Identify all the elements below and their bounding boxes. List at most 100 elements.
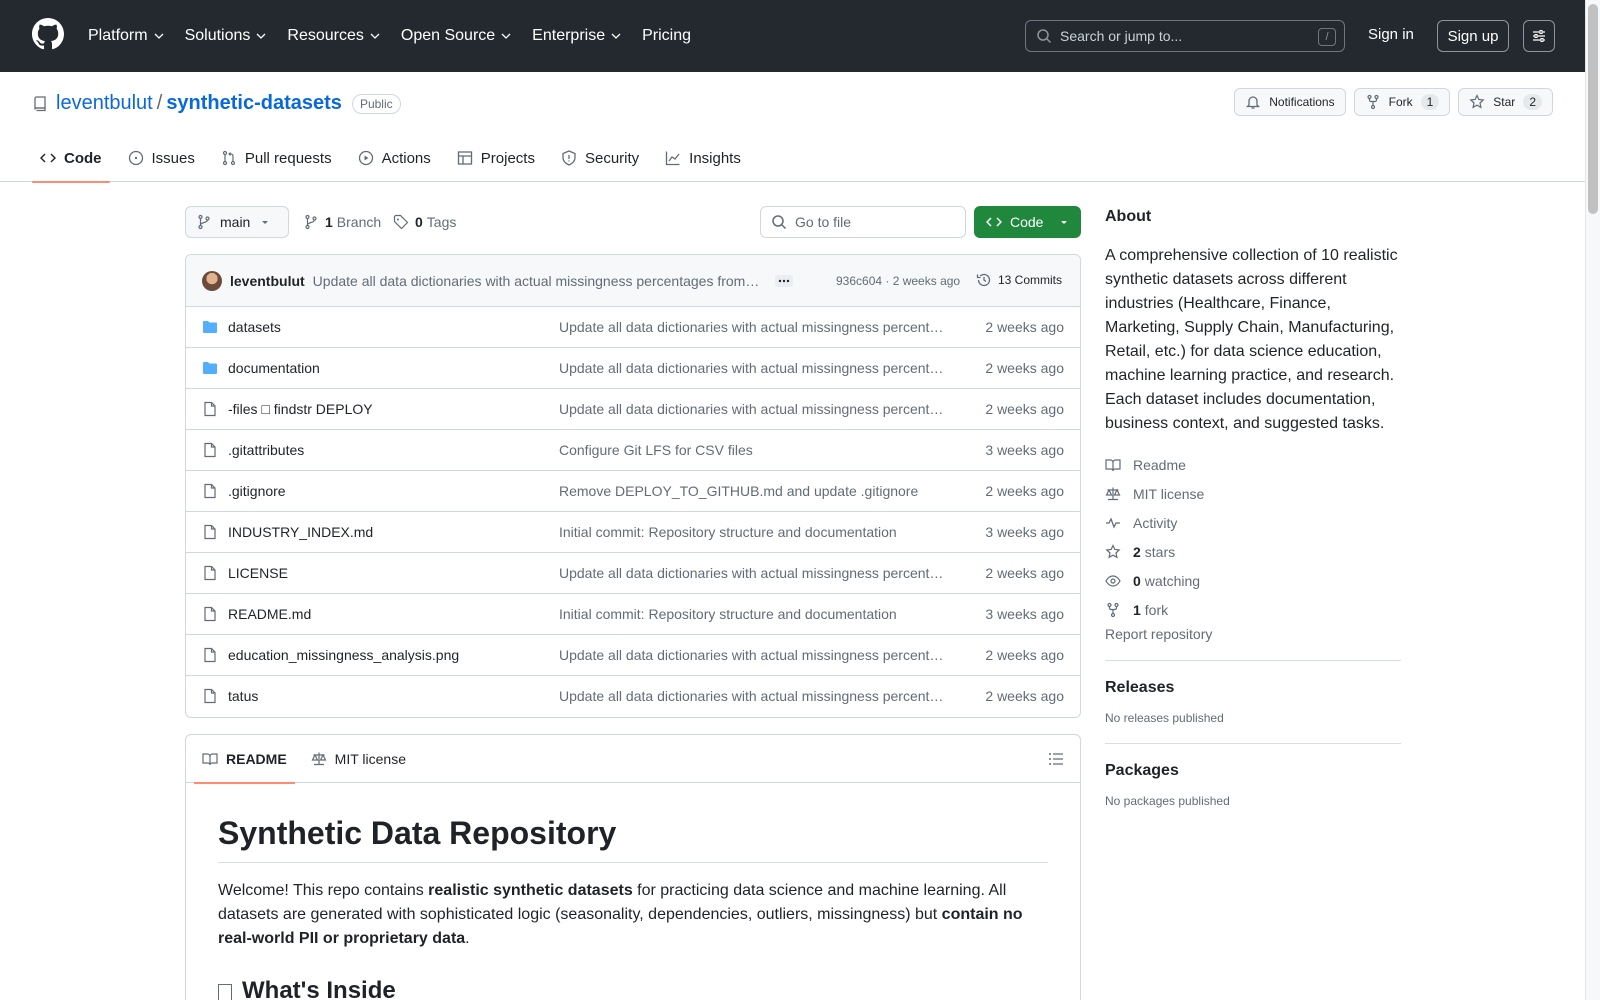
nav-resources[interactable]: Resources <box>287 27 380 45</box>
scrollbar-thumb[interactable] <box>1588 4 1598 214</box>
file-row[interactable]: documentation Update all data dictionarie… <box>186 348 1080 389</box>
file-commit-message[interactable]: Update all data dictionaries with actual… <box>559 319 944 335</box>
releases-heading[interactable]: Releases <box>1105 679 1401 697</box>
fork-button[interactable]: Fork 1 <box>1353 88 1451 116</box>
tab-issues[interactable]: Issues <box>120 134 203 182</box>
file-commit-message[interactable]: Update all data dictionaries with actual… <box>559 401 944 417</box>
repo-main: main 1 Branch 0 Tags Go to file Code lev… <box>185 206 1081 1000</box>
file-row[interactable]: education_missingness_analysis.png Update… <box>186 635 1080 676</box>
branch-label: Branch <box>336 214 382 230</box>
file-row[interactable]: tatus Update all data dictionaries with a… <box>186 676 1080 717</box>
file-row[interactable]: README.md Initial commit: Repository stru… <box>186 594 1080 635</box>
file-commit-message[interactable]: Initial commit: Repository structure and… <box>559 524 944 540</box>
commit-message[interactable]: Update all data dictionaries with actual… <box>313 273 763 289</box>
global-search-input[interactable]: Search or jump to... / <box>1025 20 1345 52</box>
file-name[interactable]: -files □ findstr DEPLOY <box>228 401 373 417</box>
tab-insights[interactable]: Insights <box>657 134 749 182</box>
tab-label: Security <box>584 149 640 167</box>
report-repository-link[interactable]: Report repository <box>1105 626 1401 642</box>
sidebar-stars-link[interactable]: 2 stars <box>1105 537 1401 566</box>
file-commit-message[interactable]: Update all data dictionaries with actual… <box>559 565 944 581</box>
sidebar-license-link[interactable]: MIT license <box>1105 479 1401 508</box>
file-commit-message[interactable]: Configure Git LFS for CSV files <box>559 442 944 458</box>
file-icon <box>204 524 216 540</box>
repo-owner-link[interactable]: leventbulut <box>56 92 153 115</box>
readme-label: Readme <box>1133 456 1186 473</box>
file-toolbar: main 1 Branch 0 Tags Go to file Code <box>185 206 1081 239</box>
branch-selector[interactable]: main <box>185 206 289 238</box>
tags-link[interactable]: 0 Tags <box>393 214 456 230</box>
file-name[interactable]: documentation <box>228 360 320 376</box>
file-row[interactable]: .gitattributes Configure Git LFS for CSV … <box>186 430 1080 471</box>
nav-solutions[interactable]: Solutions <box>185 27 268 45</box>
commit-hash-age[interactable]: 936c604 · 2 weeks ago <box>836 274 960 288</box>
pulse-icon <box>1106 516 1120 529</box>
file-commit-date: 2 weeks ago <box>985 360 1064 376</box>
file-commit-message[interactable]: Update all data dictionaries with actual… <box>559 360 944 376</box>
vertical-scrollbar[interactable] <box>1585 0 1600 1000</box>
eye-icon <box>1105 574 1121 587</box>
sign-in-link[interactable]: Sign in <box>1368 26 1414 43</box>
github-logo-icon[interactable] <box>32 18 64 50</box>
commits-link[interactable]: 13 Commits <box>976 272 1062 288</box>
sign-up-button[interactable]: Sign up <box>1437 20 1509 52</box>
nav-open-source[interactable]: Open Source <box>401 27 512 45</box>
branch-count: 1 <box>325 214 333 230</box>
file-row[interactable]: datasets Update all data dictionaries wit… <box>186 307 1080 348</box>
star-button[interactable]: Star 2 <box>1458 88 1553 116</box>
repo-name-link[interactable]: synthetic-datasets <box>166 92 342 115</box>
file-row[interactable]: .gitignore Remove DEPLOY_TO_GITHUB.md and… <box>186 471 1080 512</box>
file-name[interactable]: .gitattributes <box>228 442 304 458</box>
nav-enterprise[interactable]: Enterprise <box>532 27 622 45</box>
sidebar-readme-link[interactable]: Readme <box>1105 450 1401 479</box>
branch-icon <box>198 214 210 230</box>
file-icon <box>204 688 216 704</box>
nav-label: Enterprise <box>532 27 606 44</box>
history-icon <box>976 273 991 287</box>
stars-count: 2 <box>1133 543 1141 560</box>
code-dropdown-button[interactable]: Code <box>974 206 1081 238</box>
tab-projects[interactable]: Projects <box>449 134 543 182</box>
file-name[interactable]: .gitignore <box>228 483 286 499</box>
sidebar-forks-link[interactable]: 1 fork <box>1105 595 1401 624</box>
file-name[interactable]: education_missingness_analysis.png <box>228 647 459 663</box>
readme-tab[interactable]: README <box>194 735 295 784</box>
notifications-button[interactable]: Notifications <box>1234 88 1346 116</box>
sidebar-watching-link[interactable]: 0 watching <box>1105 566 1401 595</box>
repo-actions: Notifications Fork 1 Star 2 <box>1226 88 1553 116</box>
file-row-icon <box>202 483 218 499</box>
tab-actions[interactable]: Actions <box>350 134 439 182</box>
graph-icon <box>666 151 680 166</box>
packages-heading[interactable]: Packages <box>1105 762 1401 780</box>
file-list: leventbulut Update all data dictionaries… <box>185 254 1081 718</box>
commit-author[interactable]: leventbulut <box>230 273 305 289</box>
file-row[interactable]: INDUSTRY_INDEX.md Initial commit: Reposit… <box>186 512 1080 553</box>
file-name[interactable]: LICENSE <box>228 565 288 581</box>
nav-pricing[interactable]: Pricing <box>642 27 691 45</box>
file-commit-message[interactable]: Update all data dictionaries with actual… <box>559 688 944 704</box>
file-name[interactable]: INDUSTRY_INDEX.md <box>228 524 373 540</box>
menu-button[interactable] <box>1523 20 1555 52</box>
file-row[interactable]: -files □ findstr DEPLOY Update all data d… <box>186 389 1080 430</box>
expand-commit-button[interactable] <box>774 274 793 287</box>
nav-platform[interactable]: Platform <box>88 27 165 45</box>
branches-link[interactable]: 1 Branch <box>303 214 381 230</box>
file-icon <box>204 606 216 622</box>
file-name[interactable]: README.md <box>228 606 311 622</box>
license-tab[interactable]: MIT license <box>303 735 414 783</box>
file-row[interactable]: LICENSE Update all data dictionaries with… <box>186 553 1080 594</box>
tab-pull-requests[interactable]: Pull requests <box>213 134 340 182</box>
outline-button[interactable] <box>1048 751 1064 767</box>
repo-icon <box>34 95 46 111</box>
tab-security[interactable]: Security <box>553 134 647 182</box>
file-name[interactable]: tatus <box>228 688 258 704</box>
table-icon <box>457 151 472 165</box>
go-to-file-input[interactable]: Go to file <box>760 206 966 238</box>
file-commit-message[interactable]: Initial commit: Repository structure and… <box>559 606 944 622</box>
file-name[interactable]: datasets <box>228 319 281 335</box>
tab-code[interactable]: Code <box>32 134 110 183</box>
avatar[interactable] <box>202 270 222 291</box>
sidebar-activity-link[interactable]: Activity <box>1105 508 1401 537</box>
file-commit-message[interactable]: Remove DEPLOY_TO_GITHUB.md and update .g… <box>559 483 944 499</box>
file-commit-message[interactable]: Update all data dictionaries with actual… <box>559 647 944 663</box>
